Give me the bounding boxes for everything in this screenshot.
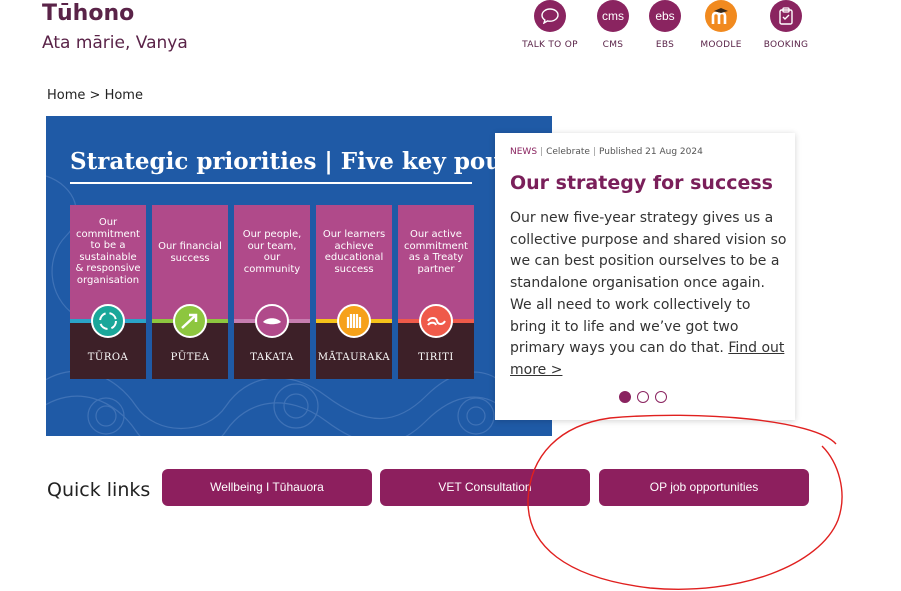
pou-text: Our commitment to be a sustainable & res…: [75, 217, 141, 286]
pou-card-matauraka: Our learners achieve educational success…: [316, 205, 392, 379]
pou-name: TŪROA: [87, 352, 129, 363]
news-title[interactable]: Our strategy for success: [510, 172, 773, 194]
vet-consultation-quick-link-button[interactable]: VET Consultation: [380, 469, 590, 506]
moodle-icon: [705, 0, 737, 32]
news-body-text: Our new five-year strategy gives us a co…: [510, 210, 787, 357]
carousel-dot-2[interactable]: [637, 391, 649, 403]
people-icon: [255, 304, 289, 338]
ebs-icon: ebs: [649, 0, 681, 32]
user-greeting: Ata mārie, Vanya: [42, 33, 188, 53]
pou-card-turoa: Our commitment to be a sustainable & res…: [70, 205, 146, 379]
meta-separator: |: [540, 147, 544, 157]
wellbeing-quick-link-button[interactable]: Wellbeing I Tūhauora: [162, 469, 372, 506]
pou-card-tiriti: Our active commitment as a Treaty partne…: [398, 205, 474, 379]
news-meta: NEWS | Celebrate | Published 21 Aug 2024: [510, 147, 703, 157]
news-body: Our new five-year strategy gives us a co…: [510, 208, 788, 382]
op-job-opportunities-quick-link-button[interactable]: OP job opportunities: [599, 469, 809, 506]
hands-icon: [337, 304, 371, 338]
strategy-banner-image[interactable]: Strategic priorities | Five key pou Our …: [46, 116, 552, 436]
koru-icon: [419, 304, 453, 338]
quick-links-heading: Quick links: [47, 479, 151, 501]
pou-text: Our learners achieve educational success: [322, 229, 386, 275]
breadcrumb-current: Home: [104, 88, 143, 103]
news-carousel-card: NEWS | Celebrate | Published 21 Aug 2024 Our…: [495, 133, 795, 420]
site-title: Tūhono: [42, 1, 135, 26]
pou-text: Our active commitment as a Treaty partne…: [404, 229, 468, 275]
news-category[interactable]: NEWS: [510, 147, 537, 157]
pou-card-takata: Our people, our team, our community TAKA…: [234, 205, 310, 379]
carousel-pagination: [619, 391, 667, 403]
meta-separator: |: [592, 147, 596, 157]
carousel-dot-3[interactable]: [655, 391, 667, 403]
pou-name: TAKATA: [250, 352, 294, 363]
booking-label: BOOKING: [763, 40, 809, 50]
banner-divider: [70, 182, 472, 184]
pou-name: PŪTEA: [170, 352, 210, 363]
pou-text: Our financial success: [158, 241, 222, 264]
pou-card-putea: Our financial success PŪTEA: [152, 205, 228, 379]
breadcrumb-separator: >: [89, 88, 101, 103]
breadcrumb-home-link[interactable]: Home: [47, 88, 85, 103]
quick-access-toolbar: TALK TO OP cms CMS ebs EBS MOODLE BOOKIN…: [505, 0, 825, 56]
carousel-dot-1[interactable]: [619, 391, 631, 403]
growth-arrow-icon: [173, 304, 207, 338]
booking-button[interactable]: BOOKING: [746, 0, 826, 50]
booking-clipboard-icon: [770, 0, 802, 32]
pou-name: MĀTAURAKA: [317, 352, 391, 363]
news-tag[interactable]: Celebrate: [546, 147, 590, 157]
chat-bubble-icon: [534, 0, 566, 32]
pou-name: TIRITI: [418, 352, 454, 363]
banner-title: Strategic priorities | Five key pou: [70, 148, 502, 175]
cycle-icon: [91, 304, 125, 338]
breadcrumb: Home > Home: [47, 88, 143, 103]
pou-text: Our people, our team, our community: [242, 229, 302, 275]
news-published-date: Published 21 Aug 2024: [598, 147, 703, 157]
